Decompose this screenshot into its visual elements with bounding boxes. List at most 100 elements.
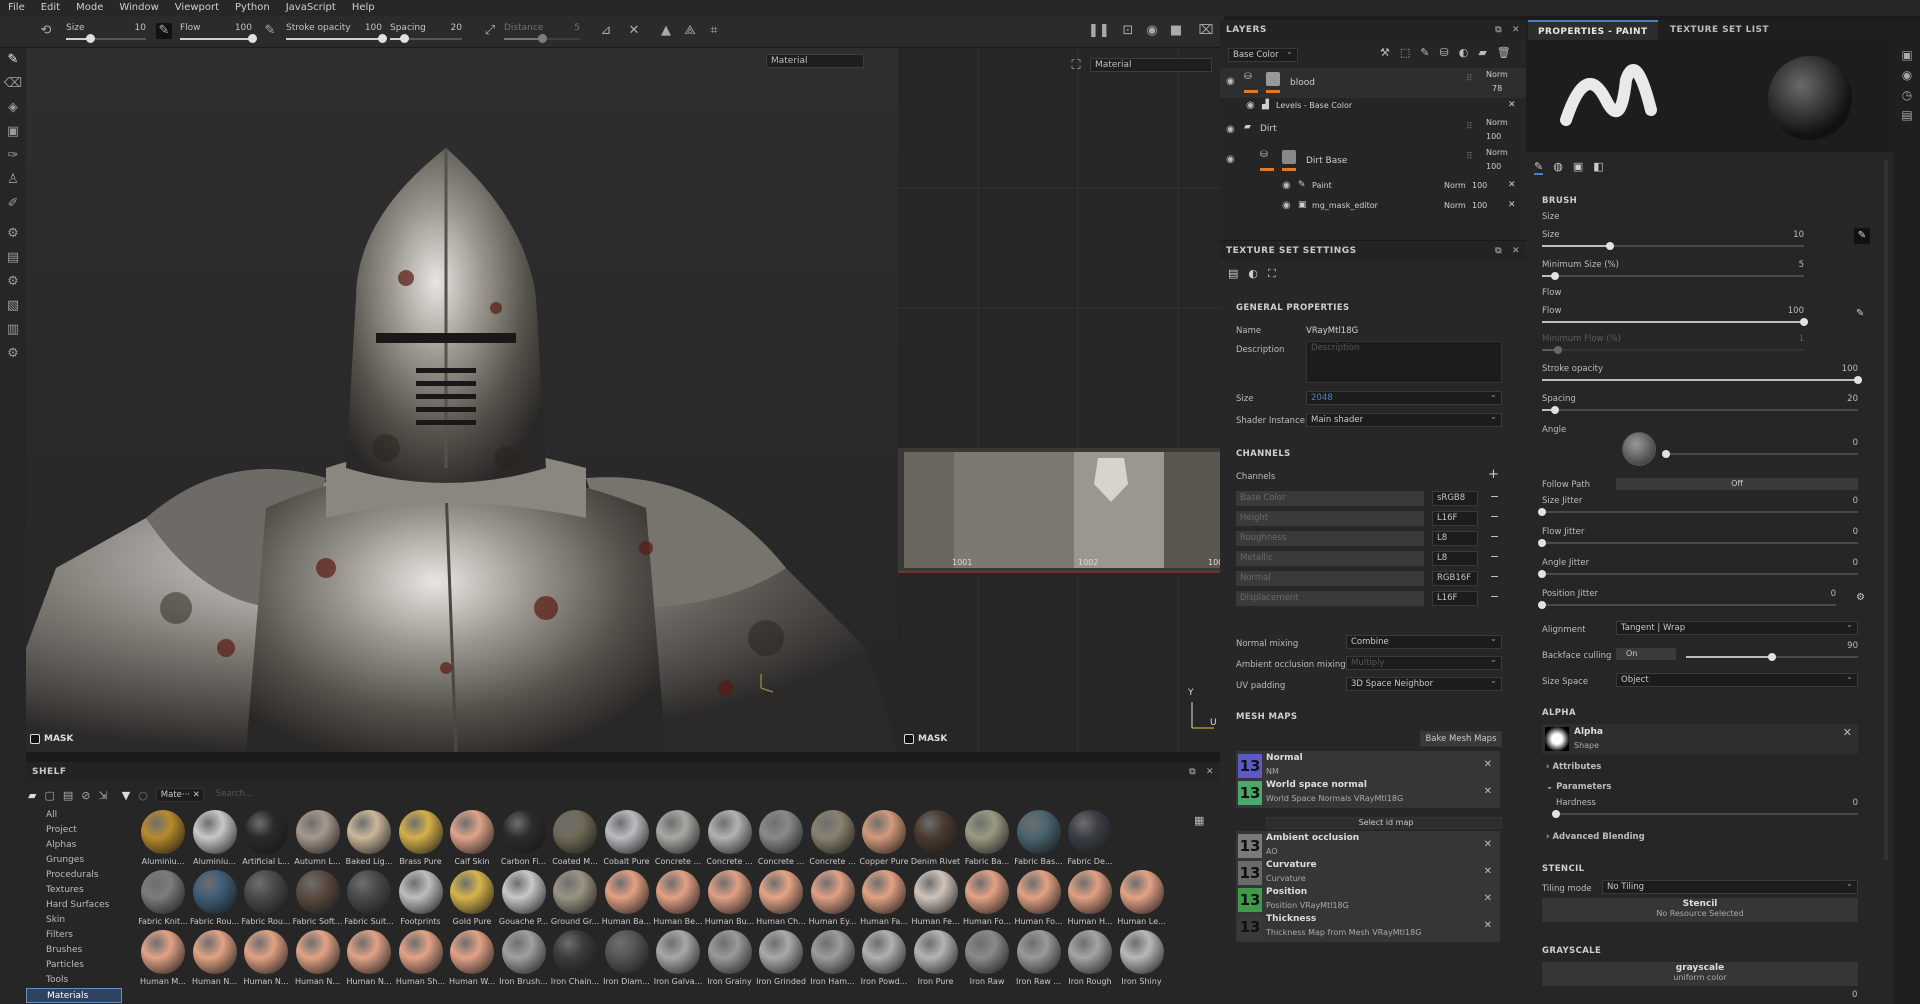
material-thumbnail[interactable]: Human Bu... (705, 870, 755, 926)
material-thumbnail[interactable]: Iron Pure (911, 930, 961, 986)
material-thumbnail[interactable]: Human N... (241, 930, 291, 986)
add-paint-layer-icon[interactable]: ✎ (1420, 46, 1429, 59)
select-id-map-button[interactable]: Select id map (1266, 817, 1502, 829)
shelf-category[interactable]: Materials (26, 988, 122, 1003)
layer-opacity[interactable]: 100 (1472, 181, 1487, 190)
viewport-2d-material-select[interactable]: Material (1090, 58, 1212, 72)
toolbar-size-slider[interactable]: Size 10 (66, 20, 146, 44)
new-folder-icon[interactable]: ▢ (44, 789, 54, 802)
menu-mode[interactable]: Mode (68, 0, 111, 16)
import-icon[interactable]: ⇲ (99, 789, 108, 802)
add-group-icon[interactable]: ◐ (1459, 46, 1469, 59)
uv-tab-icon[interactable]: ⛶ (1268, 267, 1276, 281)
close-icon[interactable]: ✕ (1512, 241, 1520, 261)
brush-tab-icon[interactable]: ✎ (1534, 160, 1544, 175)
material-thumbnail[interactable]: Human Ba... (602, 870, 652, 926)
layer-opacity[interactable]: 78 (1492, 84, 1502, 93)
toolbar-distance-slider[interactable]: Distance 5 (504, 20, 580, 44)
blend-mode[interactable]: Norm (1486, 70, 1508, 79)
blend-mode[interactable]: Norm (1486, 148, 1508, 157)
blend-mode[interactable]: Norm (1444, 181, 1466, 190)
eye-icon[interactable]: ◉ (1282, 180, 1291, 191)
display-settings-icon[interactable]: ▣ (1894, 48, 1920, 62)
material-thumbnail[interactable]: Iron Chain... (550, 930, 600, 986)
close-icon[interactable]: ✕ (1484, 759, 1492, 770)
shelf-category[interactable]: Brushes (26, 943, 122, 958)
alpha-resource[interactable]: Alpha Shape ✕ (1542, 724, 1858, 754)
material-thumbnail[interactable]: Calf Skin (447, 810, 497, 866)
viewport-3d-mask-toggle[interactable]: MASK (30, 734, 73, 744)
paint-brush-icon[interactable]: ✎ (0, 48, 26, 72)
material-thumbnail[interactable]: Baked Lig... (344, 810, 394, 866)
material-thumbnail[interactable]: Fabric Suit... (344, 870, 394, 926)
material-thumbnail[interactable]: Concrete ... (756, 810, 806, 866)
screenshot-icon[interactable]: ⌧ (1198, 23, 1214, 39)
close-icon[interactable]: ✕ (1508, 180, 1516, 190)
smudge-icon[interactable]: ✑ (0, 144, 26, 168)
material-thumbnail[interactable]: Iron Brush... (499, 930, 549, 986)
shelf-category[interactable]: Tools (26, 973, 122, 988)
material-thumbnail[interactable]: Iron Powd... (859, 930, 909, 986)
add-mask-icon[interactable]: ⬚ (1400, 46, 1410, 59)
brush-preset-icon[interactable]: ⟲ (38, 23, 54, 39)
material-thumbnail[interactable]: Gouache P... (499, 870, 549, 926)
close-icon[interactable]: ✕ (1508, 200, 1516, 210)
normal-mixing-select[interactable]: Combine (1346, 633, 1502, 649)
layer-row[interactable]: ◉ ⛁ Dirt Base ⠿ Norm 100 (1220, 146, 1526, 176)
channel-format-select[interactable]: L16F (1432, 511, 1478, 526)
hide-icon[interactable]: ⊘ (81, 789, 90, 802)
polygon-fill-icon[interactable]: ⚙ (0, 222, 26, 246)
layer-opacity[interactable]: 100 (1486, 132, 1501, 141)
material-thumbnail[interactable]: Ground Gr... (550, 870, 600, 926)
close-icon[interactable]: ✕ (1484, 893, 1492, 904)
material-thumbnail[interactable]: Human N... (293, 930, 343, 986)
material-thumbnail[interactable]: Autumn L... (293, 810, 343, 866)
backface-culling-toggle[interactable]: On (1616, 648, 1676, 660)
folder-icon[interactable]: ▰ (28, 789, 36, 802)
symmetry-icon[interactable]: ⊿ (598, 23, 614, 39)
remove-channel-icon[interactable]: − (1490, 490, 1499, 503)
material-thumbnail[interactable]: Human H... (1065, 870, 1115, 926)
mesh-map-slot[interactable]: 13 Position Position VRayMtl18G ✕ (1236, 885, 1500, 915)
remove-channel-icon[interactable]: − (1490, 510, 1499, 523)
menu-viewport[interactable]: Viewport (167, 0, 227, 16)
transform-icon[interactable]: ⚙ (0, 270, 26, 294)
mirror-options-icon[interactable]: ⟁ (682, 23, 698, 39)
material-thumbnail[interactable]: Concrete ... (705, 810, 755, 866)
remove-channel-icon[interactable]: − (1490, 590, 1499, 603)
filter-tag[interactable]: Mate··· ✕ (155, 788, 204, 802)
layer-channel-select[interactable]: Base Color (1228, 46, 1298, 62)
photoshop-export-icon[interactable]: ▧ (0, 294, 26, 318)
mesh-map-slot[interactable]: 13 World space normal World Space Normals … (1236, 778, 1500, 808)
advanced-blending-expander[interactable]: › Advanced Blending (1546, 832, 1645, 842)
channel-format-select[interactable]: sRGB8 (1432, 491, 1478, 506)
texture-set-tab-icon[interactable]: ▤ (1228, 267, 1238, 281)
material-thumbnail[interactable]: Copper Pure (859, 810, 909, 866)
material-thumbnail[interactable]: Aluminiu... (190, 810, 240, 866)
layer-opacity[interactable]: 100 (1486, 162, 1501, 171)
material-thumbnail[interactable]: Fabric Ba... (962, 810, 1012, 866)
blend-mode[interactable]: Norm (1486, 118, 1508, 127)
material-thumbnail[interactable]: Brass Pure (396, 810, 446, 866)
angle-dial[interactable] (1622, 432, 1656, 466)
symmetry-toggle-icon[interactable]: ✕ (626, 23, 642, 39)
viewport-2d-mask-toggle[interactable]: MASK (904, 734, 947, 744)
mask-checkbox[interactable] (30, 734, 40, 744)
shelf-category[interactable]: Particles (26, 958, 122, 973)
material-thumbnail[interactable]: Human N... (344, 930, 394, 986)
material-thumbnail[interactable]: Carbon Fi... (499, 810, 549, 866)
menu-javascript[interactable]: JavaScript (278, 0, 344, 16)
material-thumbnail[interactable]: Iron Rough (1065, 930, 1115, 986)
stencil-resource[interactable]: Stencil No Resource Selected (1542, 898, 1858, 922)
eye-icon[interactable]: ◉ (1226, 76, 1235, 87)
channel-format-select[interactable]: L8 (1432, 551, 1478, 566)
tab-properties-paint[interactable]: PROPERTIES - PAINT ✕ (1528, 20, 1658, 57)
pen-pressure-icon[interactable]: ✎ (262, 23, 278, 39)
viewport-3d[interactable]: Material MASK (26, 48, 898, 752)
material-tab-icon[interactable]: ◐ (1248, 267, 1258, 281)
color-picker-icon[interactable]: ✐ (0, 192, 26, 216)
mask-checkbox[interactable] (904, 734, 914, 744)
close-icon[interactable]: ✕ (1206, 762, 1214, 782)
close-icon[interactable]: ✕ (1512, 20, 1520, 40)
material-thumbnail[interactable]: Concrete ... (653, 810, 703, 866)
